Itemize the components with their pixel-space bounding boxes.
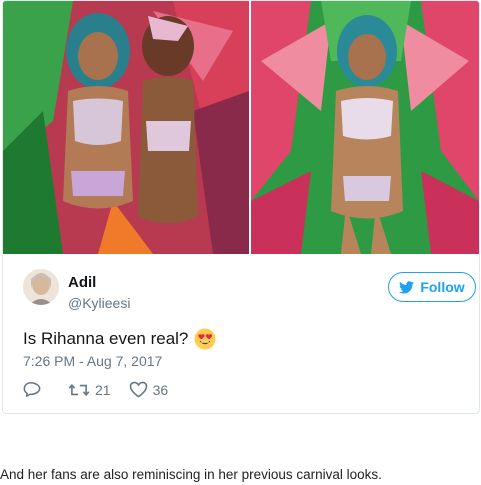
retweet-count: 21 — [95, 381, 111, 398]
embedded-tweet: Adil @Kylieesi Follow Is Rihanna even re… — [2, 0, 480, 414]
heart-eyes-emoji-icon — [194, 328, 216, 350]
retweet-icon — [68, 383, 90, 396]
carnival-photo-left[interactable] — [3, 1, 249, 254]
article-caption: And her fans are also reminiscing in her… — [0, 467, 382, 482]
tweet-actions: 21 36 — [23, 381, 168, 398]
tweet-text: Is Rihanna even real? — [23, 328, 216, 350]
like-count: 36 — [152, 381, 169, 398]
reply-icon — [23, 381, 41, 398]
retweet-button[interactable]: 21 — [68, 382, 111, 398]
follow-button[interactable]: Follow — [388, 272, 476, 302]
twitter-bird-icon — [399, 280, 415, 293]
carnival-photo-right[interactable] — [251, 1, 479, 254]
tweet-media — [3, 1, 479, 254]
follow-label: Follow — [420, 279, 465, 295]
tweet-timestamp[interactable]: 7:26 PM - Aug 7, 2017 — [23, 353, 162, 369]
reply-button[interactable] — [23, 381, 43, 398]
author-name[interactable]: Adil — [68, 274, 96, 291]
like-button[interactable]: 36 — [129, 381, 169, 398]
heart-icon — [129, 381, 147, 398]
avatar[interactable] — [23, 269, 59, 305]
author-handle[interactable]: @Kylieesi — [68, 295, 130, 311]
tweet-text-body: Is Rihanna even real? — [23, 329, 189, 348]
